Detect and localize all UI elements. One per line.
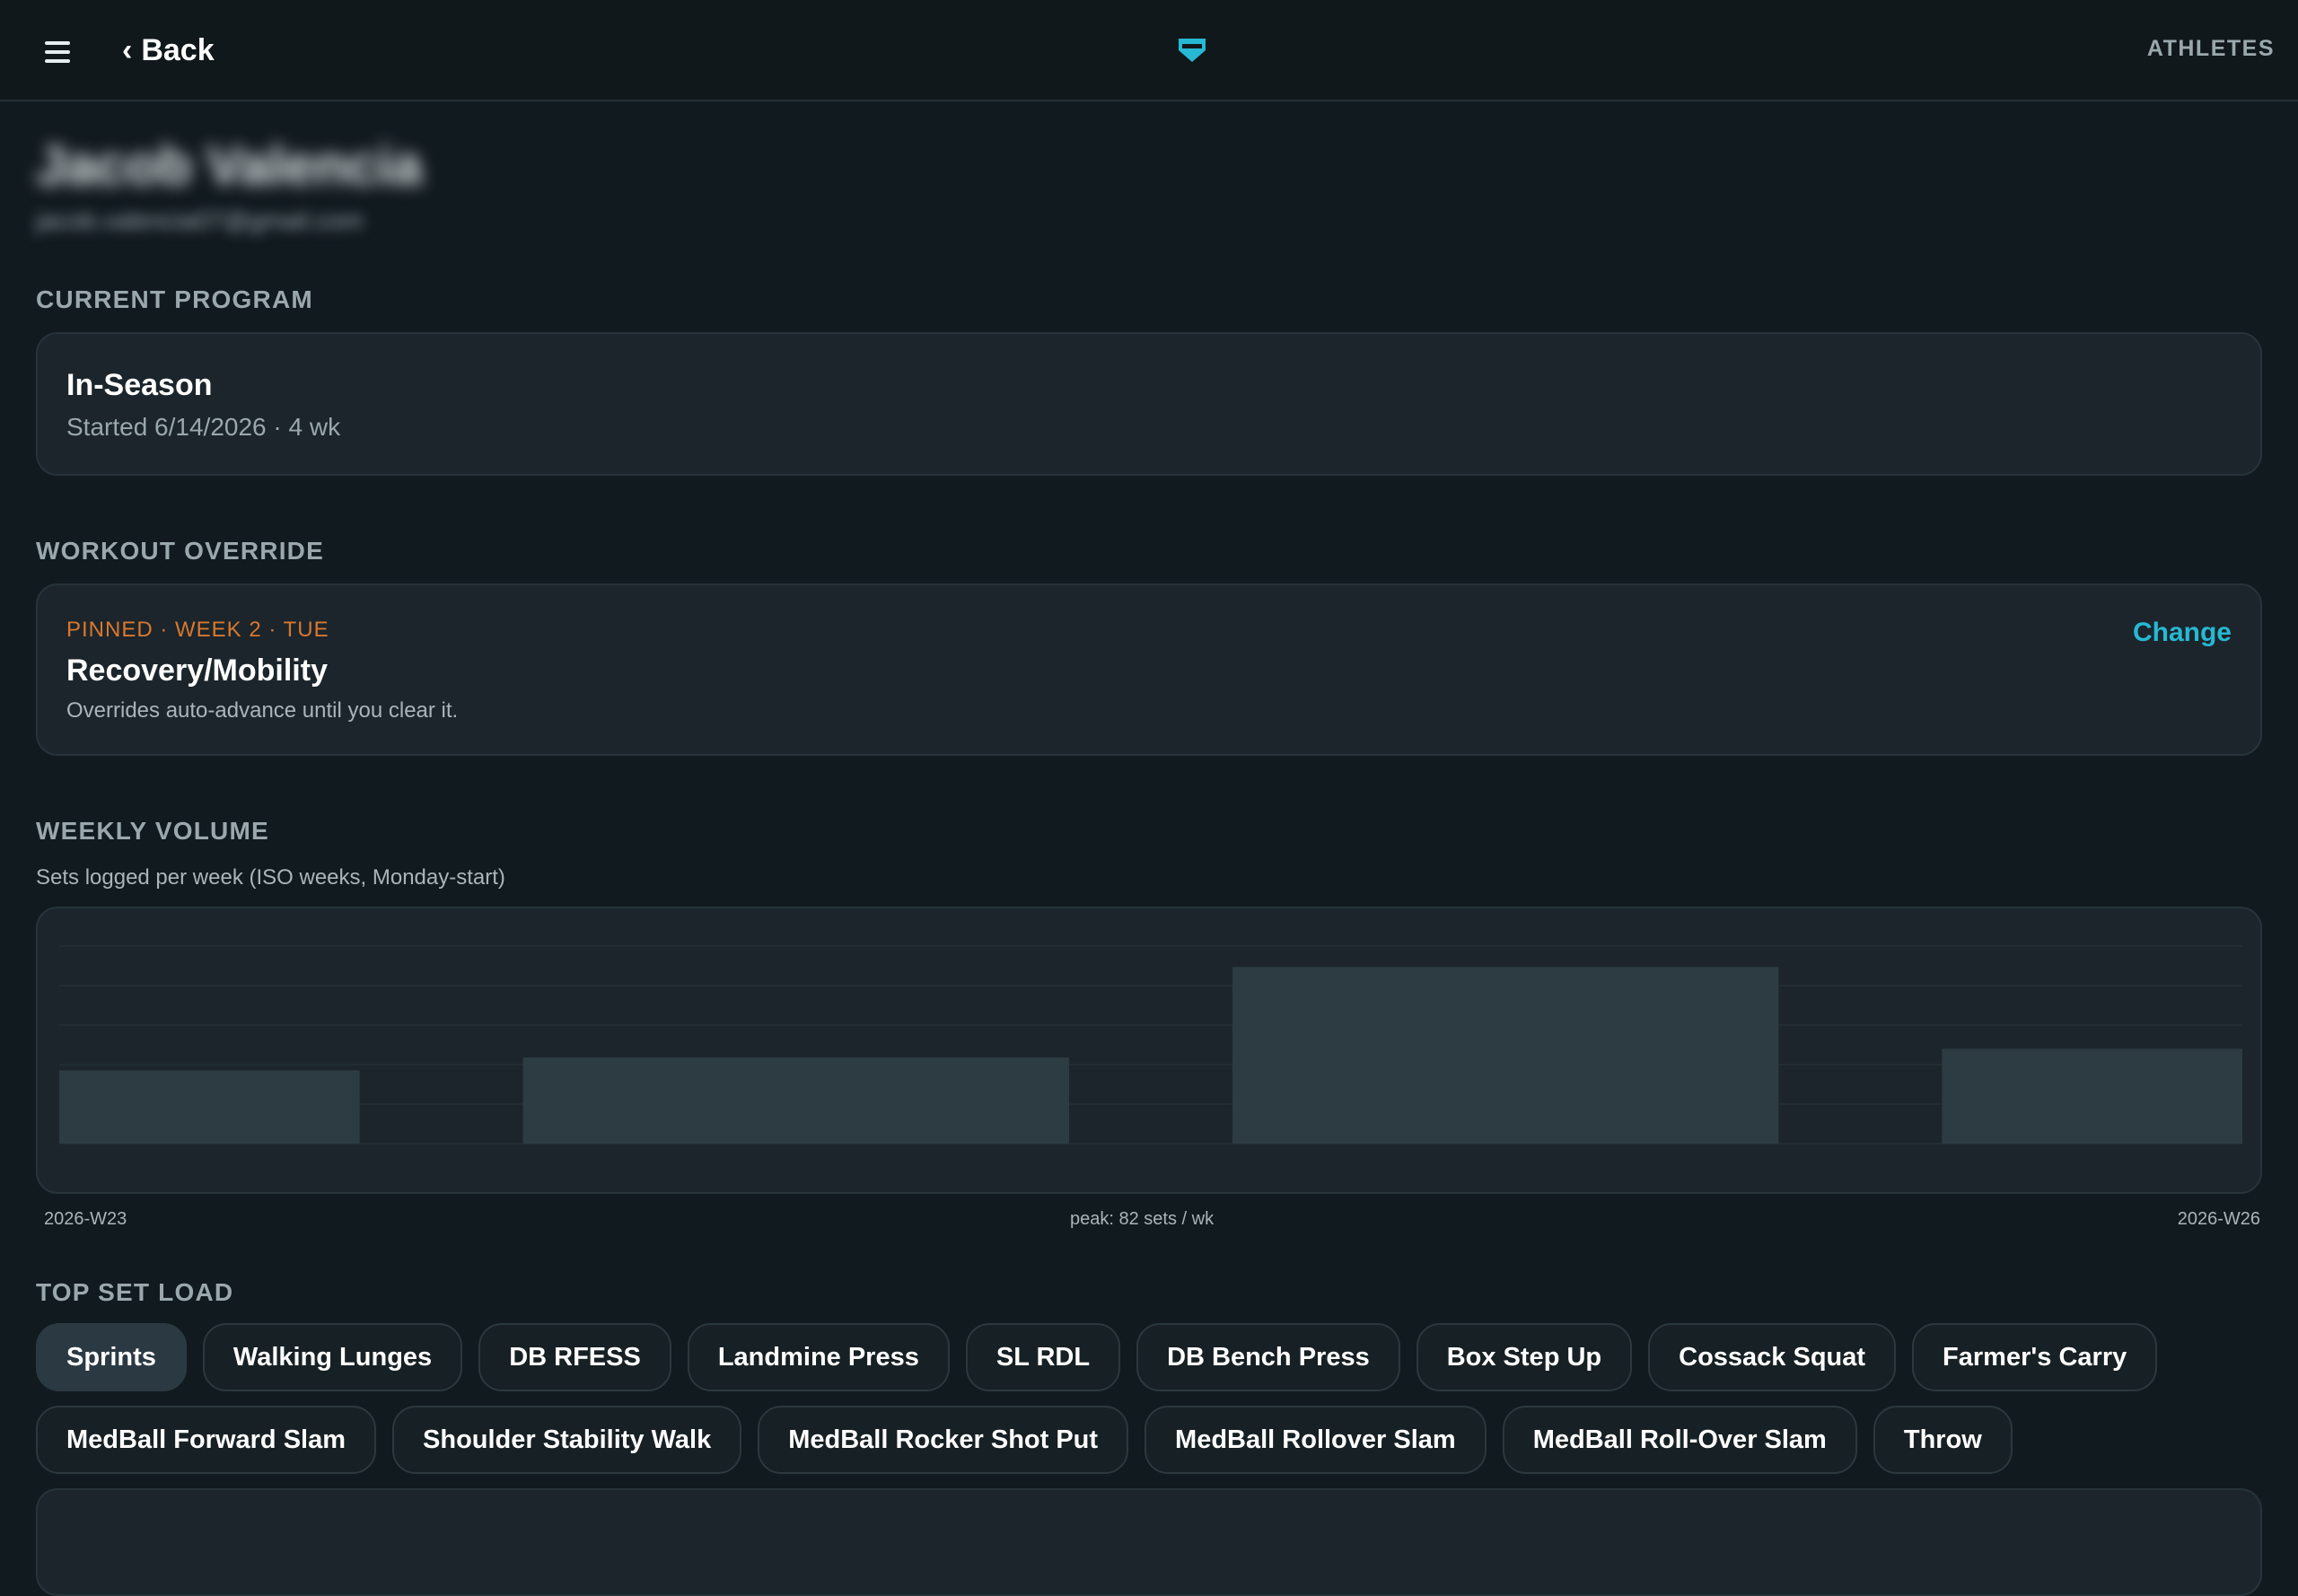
exercise-chip[interactable]: MedBall Forward Slam (36, 1406, 377, 1474)
volume-bar (1942, 1048, 2242, 1144)
weekly-volume-title: WEEKLY VOLUME (36, 817, 269, 845)
change-override-button[interactable]: Change (2133, 618, 2232, 648)
top-set-load-card (36, 1488, 2262, 1596)
weekly-volume-subtitle: Sets logged per week (ISO weeks, Monday-… (36, 865, 505, 890)
exercise-chip[interactable]: MedBall Roll-Over Slam (1502, 1406, 1857, 1474)
program-meta: Started 6/14/2026 · 4 wk (66, 413, 341, 441)
exercise-chip[interactable]: Cossack Squat (1648, 1323, 1897, 1391)
hamburger-menu-icon[interactable] (45, 41, 70, 63)
exercise-chip[interactable]: Farmer's Carry (1912, 1323, 2158, 1391)
exercise-chip[interactable]: DB Bench Press (1136, 1323, 1400, 1391)
weekly-volume-chart (36, 907, 2262, 1194)
volume-bar (59, 1070, 360, 1144)
peak-label: peak: 82 sets / wk (1070, 1209, 1215, 1229)
current-program-card: In-Season Started 6/14/2026 · 4 wk (36, 332, 2262, 476)
x-axis-end-label: 2026-W26 (2177, 1209, 2260, 1229)
pinned-label: PINNED · WEEK 2 · TUE (66, 618, 329, 642)
volume-bar (522, 1057, 1069, 1144)
exercise-chip[interactable]: Walking Lunges (202, 1323, 463, 1391)
exercise-chip-list: Sprints Walking Lunges DB RFESS Landmine Pr… (36, 1323, 2262, 1474)
exercise-chip[interactable]: Box Step Up (1416, 1323, 1633, 1391)
exercise-chip[interactable]: Sprints (36, 1323, 187, 1391)
chevron-left-icon: ‹ (122, 32, 133, 67)
exercise-chip[interactable]: DB RFESS (478, 1323, 671, 1391)
athlete-name: Jacob Valencia (36, 136, 423, 196)
exercise-chip[interactable]: MedBall Rollover Slam (1145, 1406, 1487, 1474)
current-program-title: CURRENT PROGRAM (36, 285, 313, 313)
logo-icon (1179, 39, 1206, 62)
back-label: Back (141, 32, 215, 67)
back-button[interactable]: ‹ Back (122, 31, 215, 70)
exercise-chip[interactable]: SL RDL (965, 1323, 1121, 1391)
program-name: In-Season (66, 368, 213, 402)
athletes-nav-link[interactable]: ATHLETES (2147, 36, 2275, 62)
x-axis-start-label: 2026-W23 (44, 1209, 127, 1229)
override-description: Overrides auto-advance until you clear i… (66, 698, 459, 723)
workout-override-title: WORKOUT OVERRIDE (36, 537, 324, 565)
exercise-chip[interactable]: MedBall Rocker Shot Put (758, 1406, 1129, 1474)
top-set-load-title: TOP SET LOAD (36, 1278, 234, 1306)
exercise-chip[interactable]: Landmine Press (687, 1323, 950, 1391)
workout-override-card: PINNED · WEEK 2 · TUE Recovery/Mobility … (36, 583, 2262, 756)
volume-bar (1232, 967, 1779, 1144)
override-workout-name: Recovery/Mobility (66, 653, 328, 688)
athlete-email: jacob.valencia07@gmail.com (36, 206, 364, 234)
exercise-chip[interactable]: Shoulder Stability Walk (392, 1406, 742, 1474)
weekly-volume-svg (59, 945, 2242, 1144)
exercise-chip[interactable]: Throw (1873, 1406, 2013, 1474)
top-bar: ‹ Back ATHLETES (0, 0, 2298, 101)
